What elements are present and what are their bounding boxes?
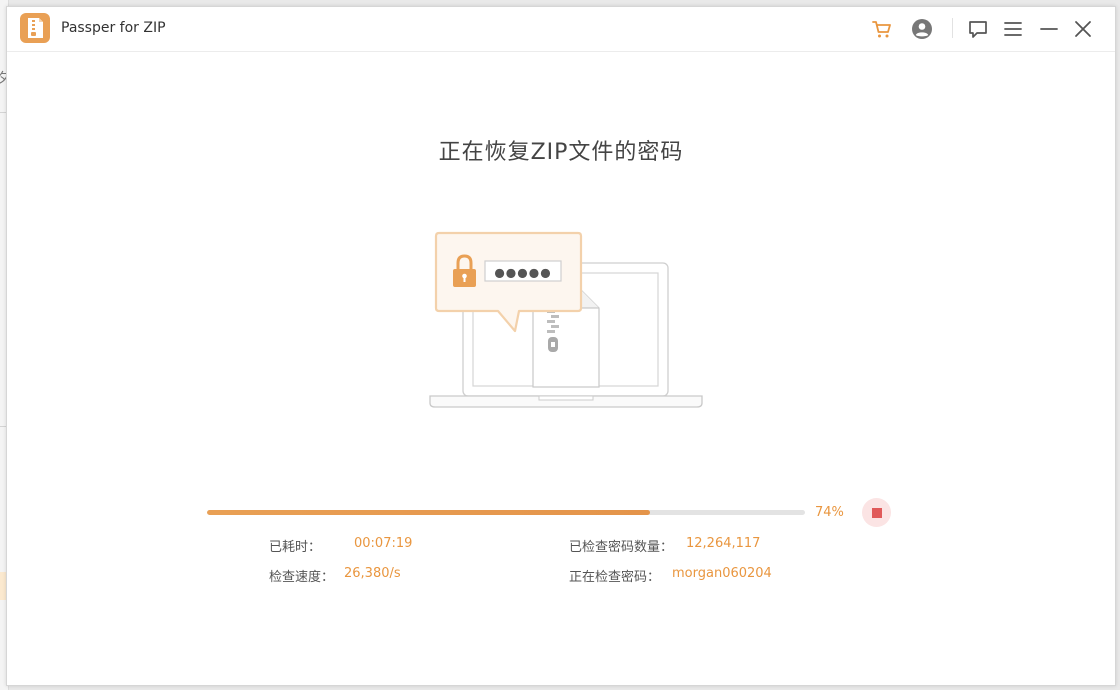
progress-bar-fill: [207, 510, 650, 515]
minimize-button[interactable]: [1036, 16, 1062, 42]
zip-file-logo-icon: [20, 13, 50, 43]
elapsed-value: 00:07:19: [354, 536, 413, 551]
checked-count-label: 已检查密码数量：: [569, 540, 674, 555]
checked-count-value: 12,264,117: [686, 536, 761, 551]
current-password-value: morgan060204: [672, 566, 772, 581]
stop-icon: [871, 507, 882, 518]
app-title: Passper for ZIP: [61, 20, 166, 36]
speed-value: 26,380/s: [344, 566, 401, 581]
account-button[interactable]: [909, 16, 935, 42]
cart-button[interactable]: [869, 16, 895, 42]
feedback-icon: [969, 21, 987, 38]
feedback-button[interactable]: [965, 16, 991, 42]
menu-button[interactable]: [1000, 16, 1026, 42]
menu-icon: [1004, 22, 1022, 36]
elapsed-label: 已耗时：: [269, 540, 322, 555]
close-icon: [1075, 21, 1091, 37]
progress-percent: 74%: [815, 505, 844, 520]
titlebar-divider: [952, 18, 953, 38]
password-dots: ●●●●●: [494, 266, 551, 280]
close-button[interactable]: [1070, 16, 1096, 42]
stop-button[interactable]: [862, 498, 891, 527]
account-icon: [912, 19, 932, 39]
cart-icon: [872, 21, 891, 38]
title-bar: Passper for ZIP: [7, 7, 1115, 52]
minimize-icon: [1040, 28, 1058, 30]
progress-bar: [207, 510, 805, 515]
speed-label: 检查速度：: [269, 570, 335, 585]
recovery-illustration: ●●●●●: [425, 225, 715, 429]
current-password-label: 正在检查密码：: [569, 570, 661, 585]
app-window: Passper for ZIP 正在恢复ZIP文件的密码 ●●●●● 74% 已…: [6, 6, 1116, 686]
page-title: 正在恢复ZIP文件的密码: [438, 140, 684, 165]
